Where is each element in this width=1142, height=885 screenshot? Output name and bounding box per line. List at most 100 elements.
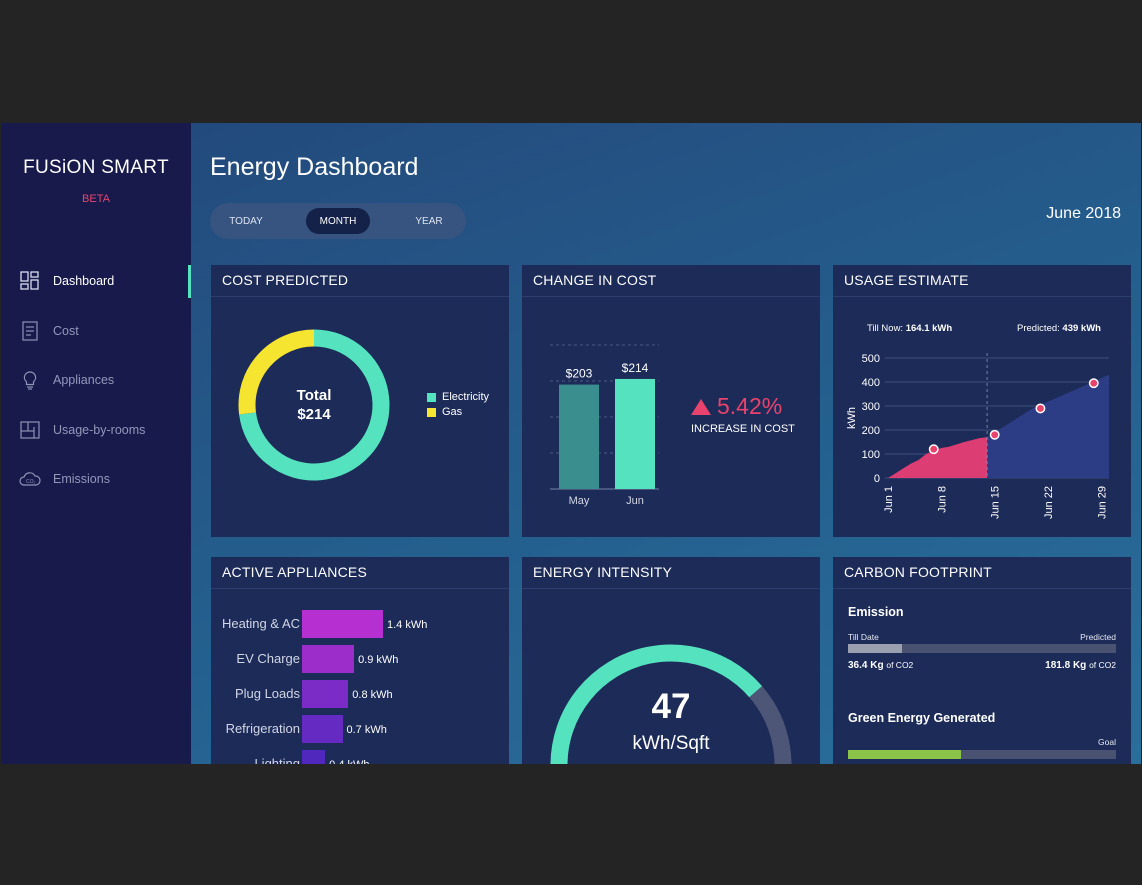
- donut-center-value: $214: [297, 406, 331, 423]
- cost-change-value: 5.42%: [690, 393, 782, 420]
- x-tick-label: Jun 15: [990, 486, 1002, 519]
- sidebar-item-emissions[interactable]: CO₂ Emissions: [19, 466, 110, 492]
- sidebar-item-usage-by-rooms[interactable]: Usage-by-rooms: [19, 417, 145, 443]
- document-icon: [19, 320, 41, 342]
- data-point: [1035, 403, 1046, 414]
- svg-text:CO₂: CO₂: [26, 479, 36, 485]
- legend-item-gas: Gas: [427, 406, 489, 418]
- y-tick-label: 100: [862, 449, 880, 461]
- appliance-value: 0.4 kWh: [329, 759, 369, 764]
- change-percent: 5.42%: [717, 393, 783, 419]
- sidebar: FUSiON SMART BETA Dashboard Cost Applian…: [1, 123, 191, 764]
- appliance-value: 1.4 kWh: [387, 619, 428, 631]
- carbon-footprint-card: CARBON FOOTPRINT Emission Till Date Pred…: [833, 557, 1131, 764]
- app-window: FUSiON SMART BETA Dashboard Cost Applian…: [1, 123, 1141, 764]
- emission-heading: Emission: [848, 605, 904, 619]
- green-energy-heading: Green Energy Generated: [848, 711, 996, 725]
- till-date-amount: 36.4 Kg: [848, 660, 884, 671]
- x-tick-label: May: [569, 495, 590, 507]
- till-date-unit: of CO2: [886, 660, 914, 670]
- appliance-row: Lighting 0.4 kWh: [211, 750, 509, 764]
- lightbulb-icon: [19, 369, 41, 391]
- till-date-label: Till Date: [848, 632, 879, 642]
- cost-predicted-card: COST PREDICTED Total $214 Electricity Ga…: [211, 265, 509, 537]
- tab-month[interactable]: MONTH: [306, 208, 370, 234]
- appliance-bar: [302, 680, 349, 708]
- legend-swatch: [427, 392, 436, 402]
- predicted-unit: of CO2: [1089, 660, 1116, 670]
- green-energy-progress-bar: [848, 750, 1116, 759]
- appliance-label: Lighting: [254, 756, 300, 764]
- intensity-unit: kWh/Sqft: [632, 733, 710, 754]
- appliance-row: EV Charge 0.9 kWh: [211, 645, 509, 673]
- legend-label: Gas: [442, 406, 463, 418]
- active-appliances-card: ACTIVE APPLIANCES Heating & AC 1.4 kWh EV …: [211, 557, 509, 764]
- sidebar-item-dashboard[interactable]: Dashboard: [19, 268, 114, 294]
- beta-badge: BETA: [82, 193, 110, 205]
- legend-swatch: [427, 407, 436, 417]
- date-label: June 2018: [1046, 205, 1121, 222]
- intensity-value: 47: [651, 687, 691, 726]
- brand-logo: FUSiON SMART: [23, 157, 169, 178]
- donut-center-label: Total: [296, 387, 332, 404]
- sidebar-item-label: Emissions: [53, 472, 110, 486]
- x-tick-label: Jun: [626, 495, 644, 507]
- y-tick-label: 400: [862, 377, 880, 389]
- bar-value-label: $214: [622, 361, 649, 375]
- appliance-value: 0.8 kWh: [352, 689, 393, 701]
- predicted-value: 181.8 Kg of CO2: [1045, 660, 1116, 671]
- appliance-row: Refrigeration 0.7 kWh: [211, 715, 509, 743]
- emission-progress-bar: [848, 644, 1116, 653]
- usage-estimate-card: USAGE ESTIMATE Till Now: 164.1 kWh Predi…: [833, 265, 1131, 537]
- sidebar-item-cost[interactable]: Cost: [19, 318, 79, 344]
- tab-today[interactable]: TODAY: [216, 208, 276, 234]
- appliance-value: 0.7 kWh: [346, 724, 387, 736]
- sidebar-item-label: Usage-by-rooms: [53, 423, 146, 437]
- divider: [211, 588, 509, 589]
- predicted-label: Predicted: [1080, 632, 1116, 642]
- data-point: [928, 444, 939, 455]
- sidebar-item-appliances[interactable]: Appliances: [19, 367, 114, 393]
- tab-year[interactable]: YEAR: [400, 208, 458, 234]
- goal-label: Goal: [1098, 737, 1116, 747]
- y-tick-label: 500: [862, 353, 880, 365]
- change-caption: INCREASE IN COST: [691, 423, 795, 435]
- x-tick-label: Jun 22: [1043, 486, 1055, 519]
- dashboard-icon: [19, 270, 41, 292]
- triangle-up-icon: [691, 398, 711, 415]
- x-tick-label: Jun 8: [936, 486, 948, 513]
- appliance-bar: [302, 645, 355, 673]
- appliance-label: Plug Loads: [234, 686, 300, 701]
- appliance-label: Refrigeration: [225, 721, 300, 736]
- emission-progress-fill: [848, 644, 902, 653]
- till-date-value: 36.4 Kg of CO2: [848, 660, 913, 671]
- appliance-row: Plug Loads 0.8 kWh: [211, 680, 509, 708]
- legend-item-electricity: Electricity: [427, 391, 489, 403]
- y-tick-label: 300: [862, 401, 880, 413]
- appliance-row: Heating & AC 1.4 kWh: [211, 610, 509, 638]
- x-tick-label: Jun 29: [1096, 486, 1108, 519]
- usage-actual-area: [888, 437, 988, 478]
- appliance-bar: [302, 610, 383, 638]
- appliance-label: Heating & AC: [221, 616, 300, 631]
- x-tick-label: Jun 1: [883, 486, 895, 513]
- bar-value-label: $203: [566, 367, 593, 381]
- usage-area-chart: 0 100 200 300 400 500 kWh Jun 1 Jun 8 Jun 15 Jun 2…: [846, 353, 1109, 519]
- predicted-amount: 181.8 Kg: [1045, 660, 1087, 671]
- divider: [833, 588, 1131, 589]
- appliance-bar: [302, 750, 326, 764]
- sidebar-item-label: Appliances: [53, 373, 115, 387]
- y-axis-label: kWh: [846, 407, 858, 429]
- card-title: ACTIVE APPLIANCES: [222, 564, 368, 580]
- appliance-value: 0.9 kWh: [358, 654, 399, 666]
- y-tick-label: 0: [874, 473, 880, 485]
- sidebar-item-label: Cost: [53, 324, 79, 338]
- energy-intensity-card: ENERGY INTENSITY 47 kWh/Sqft: [522, 557, 820, 764]
- active-indicator: [188, 265, 191, 298]
- y-tick-label: 200: [862, 425, 880, 437]
- page-title: Energy Dashboard: [210, 153, 419, 181]
- card-title: CARBON FOOTPRINT: [844, 564, 992, 580]
- cloud-co2-icon: CO₂: [19, 468, 41, 490]
- bar-jun: [615, 378, 655, 489]
- period-selector: TODAY MONTH YEAR: [210, 203, 466, 239]
